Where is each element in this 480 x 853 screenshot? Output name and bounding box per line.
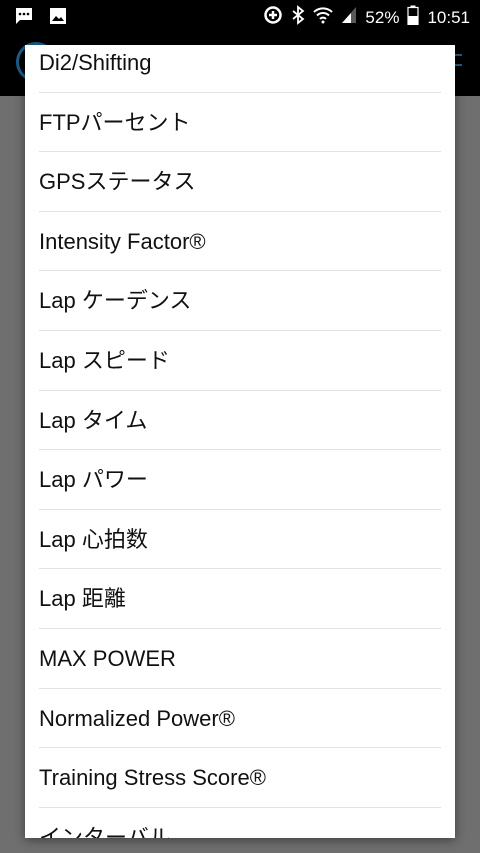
list-item-label: Normalized Power® — [39, 705, 235, 731]
list-item[interactable]: Lap タイム — [25, 391, 455, 451]
list-item-label: Intensity Factor® — [39, 228, 206, 254]
list-item-label: Lap タイム — [39, 407, 148, 433]
status-bar: 52% 10:51 — [0, 0, 480, 32]
list-item[interactable]: FTPパーセント — [25, 93, 455, 153]
list-item-label: Di2/Shifting — [39, 50, 152, 75]
list-item[interactable]: Lap スピード — [25, 331, 455, 391]
chat-notification-icon — [14, 6, 34, 31]
list-item-label: インターバル — [39, 824, 171, 838]
list-item-label: Lap スピード — [39, 347, 170, 373]
list-item[interactable]: MAX POWER — [25, 629, 455, 689]
image-notification-icon — [48, 6, 68, 31]
battery-percent: 52% — [365, 7, 400, 27]
list-item[interactable]: Training Stress Score® — [25, 748, 455, 808]
list-item[interactable]: Lap ケーデンス — [25, 271, 455, 331]
battery-icon — [407, 5, 420, 30]
list-item[interactable]: Intensity Factor® — [25, 212, 455, 272]
option-list[interactable]: Di2/Shifting FTPパーセント GPSステータス Intensity… — [25, 45, 455, 838]
list-item-label: Lap ケーデンス — [39, 288, 192, 314]
list-item[interactable]: Lap 心拍数 — [25, 510, 455, 570]
list-item[interactable]: GPSステータス — [25, 152, 455, 212]
list-item-label: GPSステータス — [39, 169, 196, 195]
list-item-label: Lap パワー — [39, 467, 148, 493]
list-item[interactable]: インターバル — [25, 808, 455, 838]
list-item[interactable]: Di2/Shifting — [25, 45, 455, 93]
list-item[interactable]: Lap パワー — [25, 450, 455, 510]
list-item-label: Lap 心拍数 — [39, 526, 148, 552]
list-item[interactable]: Normalized Power® — [25, 689, 455, 749]
signal-icon — [341, 6, 357, 29]
wifi-icon — [313, 6, 334, 29]
list-item-label: Lap 距離 — [39, 586, 126, 612]
list-item-label: MAX POWER — [39, 645, 176, 671]
data-saver-icon — [263, 5, 283, 30]
bluetooth-icon — [291, 5, 305, 30]
clock-time: 10:51 — [427, 7, 470, 27]
selection-dialog: Di2/Shifting FTPパーセント GPSステータス Intensity… — [25, 45, 455, 838]
list-item[interactable]: Lap 距離 — [25, 569, 455, 629]
list-item-label: Training Stress Score® — [39, 765, 266, 791]
list-item-label: FTPパーセント — [39, 109, 191, 135]
